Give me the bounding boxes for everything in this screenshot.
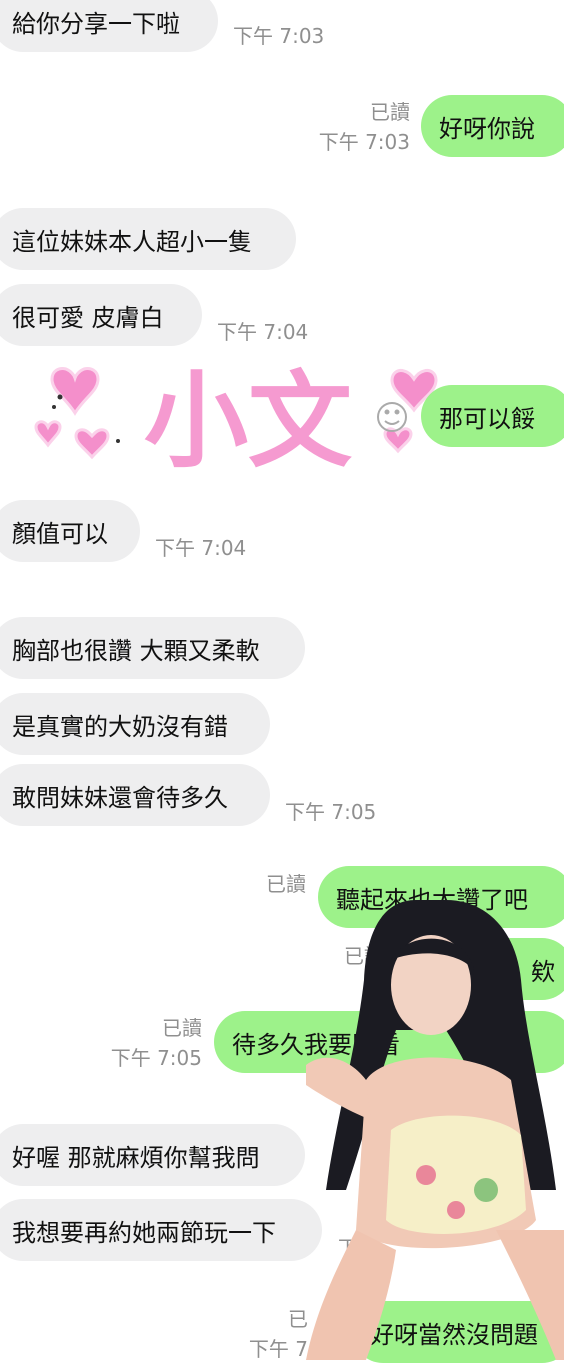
message-time: 下午 7:04	[155, 536, 247, 560]
message-text: 好呀你說	[439, 114, 535, 143]
message-text: 是真實的大奶沒有錯	[12, 712, 228, 741]
incoming-message[interactable]: 胸部也很讚 大顆又柔軟	[0, 617, 305, 679]
message-time: 下午 7:04	[217, 320, 309, 344]
heart-icon	[50, 367, 100, 416]
read-receipt: 已讀	[162, 1016, 202, 1040]
message-text: 那可以餒	[439, 404, 535, 433]
message-time: 下午 7:05	[110, 1046, 202, 1070]
message-text: 敢問妹妹還會待多久	[12, 783, 228, 812]
message-time: 下午 7:05	[285, 800, 377, 824]
incoming-message[interactable]: 很可愛 皮膚白	[0, 284, 202, 346]
incoming-message[interactable]: 這位妹妹本人超小一隻	[0, 208, 296, 270]
outgoing-message[interactable]: 好呀你說	[421, 95, 564, 157]
heart-icon	[383, 427, 413, 454]
incoming-message[interactable]: 給你分享一下啦	[0, 0, 218, 52]
message-text: 很可愛 皮膚白	[12, 303, 164, 332]
overlay-photo	[306, 900, 564, 1360]
smiley-icon	[377, 402, 407, 432]
message-text: 好喔 那就麻煩你幫我問	[12, 1143, 260, 1172]
sticker-text: 小文	[144, 360, 352, 482]
outgoing-message[interactable]: 那可以餒	[421, 385, 564, 447]
incoming-message[interactable]: 顏值可以	[0, 500, 140, 562]
message-text: 顏值可以	[12, 519, 108, 548]
message-time: 下午 7:03	[233, 24, 325, 48]
sticker-xiaowen[interactable]: 小文	[30, 345, 440, 485]
incoming-message[interactable]: 敢問妹妹還會待多久	[0, 764, 270, 826]
message-text: 胸部也很讚 大顆又柔軟	[12, 636, 260, 665]
message-time: 下午 7:03	[318, 130, 410, 154]
incoming-message[interactable]: 是真實的大奶沒有錯	[0, 693, 270, 755]
message-text: 這位妹妹本人超小一隻	[12, 227, 252, 256]
incoming-message[interactable]: 我想要再約她兩節玩一下	[0, 1199, 322, 1261]
message-text: 給你分享一下啦	[12, 9, 180, 38]
heart-icon	[74, 428, 110, 460]
message-text: 我想要再約她兩節玩一下	[12, 1218, 276, 1247]
read-receipt: 已讀	[370, 100, 410, 124]
heart-icon	[34, 420, 62, 448]
incoming-message[interactable]: 好喔 那就麻煩你幫我問	[0, 1124, 305, 1186]
